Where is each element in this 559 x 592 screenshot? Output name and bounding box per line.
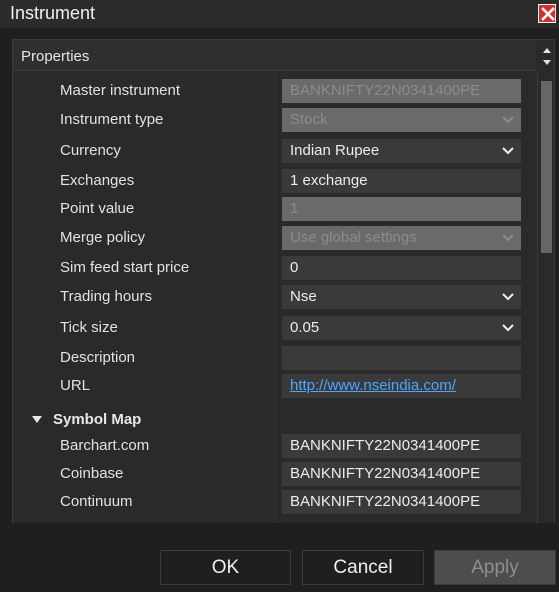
vertical-scrollbar[interactable] — [537, 72, 554, 523]
property-label: Point value — [60, 200, 135, 217]
property-field[interactable] — [282, 346, 521, 370]
symbol-map-row: Coinbase BANKNIFTY22N0341400PE — [13, 462, 536, 490]
section-title: Symbol Map — [53, 411, 142, 428]
symbol-map-value: BANKNIFTY22N0341400PE — [290, 493, 481, 510]
properties-header: Properties — [13, 40, 536, 71]
window-title: Instrument — [10, 3, 96, 23]
property-field[interactable]: 1 exchange — [282, 169, 521, 193]
property-value: 1 — [290, 200, 299, 217]
property-label: Tick size — [60, 319, 118, 336]
property-value: Stock — [290, 111, 328, 128]
ok-button[interactable]: OK — [160, 550, 291, 585]
symbol-map-row: Continuum BANKNIFTY22N0341400PE — [13, 490, 536, 518]
symbol-map-row: Barchart.com BANKNIFTY22N0341400PE — [13, 434, 536, 462]
symbol-map-field[interactable]: BANKNIFTY22N0341400PE — [282, 490, 521, 514]
collapse-triangle-icon[interactable] — [31, 415, 43, 425]
chevron-down-icon — [502, 147, 514, 155]
close-button[interactable] — [538, 4, 556, 23]
property-row: Description — [13, 346, 536, 374]
property-dropdown[interactable]: Nse — [282, 285, 521, 309]
chevron-down-icon — [502, 116, 514, 124]
property-field: 1 — [282, 197, 521, 221]
property-label: Merge policy — [60, 229, 146, 246]
properties-panel: Properties Master instrument BANKNIFTY22N… — [12, 39, 555, 523]
property-label: Sim feed start price — [60, 259, 190, 276]
property-dropdown: Stock — [282, 108, 521, 132]
scroll-down-icon[interactable] — [540, 57, 554, 69]
property-value: 1 exchange — [290, 172, 368, 189]
property-label: Instrument type — [60, 111, 164, 128]
chevron-down-icon — [502, 234, 514, 242]
property-label: URL — [60, 377, 91, 394]
scroll-up-icon[interactable] — [540, 44, 554, 56]
scrollbar-thumb[interactable] — [541, 81, 552, 253]
url-link[interactable]: http://www.nseindia.com/ — [290, 377, 456, 394]
property-value: Indian Rupee — [290, 142, 380, 159]
property-dropdown: Use global settings — [282, 226, 521, 250]
property-grid: Master instrument BANKNIFTY22N0341400PE In… — [13, 72, 536, 523]
property-value: Nse — [290, 288, 317, 305]
symbol-map-label: Barchart.com — [60, 437, 150, 454]
property-field: BANKNIFTY22N0341400PE — [282, 79, 521, 103]
apply-button[interactable]: Apply — [434, 550, 556, 585]
property-label: Master instrument — [60, 82, 181, 99]
close-icon — [541, 7, 555, 21]
properties-title: Properties — [21, 48, 90, 65]
symbol-map-value: BANKNIFTY22N0341400PE — [290, 465, 481, 482]
property-dropdown[interactable]: 0.05 — [282, 316, 521, 340]
property-field[interactable]: http://www.nseindia.com/ — [282, 374, 521, 398]
property-label: Description — [60, 349, 136, 366]
chevron-down-icon — [502, 293, 514, 301]
symbol-map-value: BANKNIFTY22N0341400PE — [290, 437, 481, 454]
property-row: Point value 1 — [13, 197, 536, 225]
property-value: 0 — [290, 259, 299, 276]
chevron-down-icon — [502, 324, 514, 332]
property-value: BANKNIFTY22N0341400PE — [290, 82, 481, 99]
property-row: Instrument type Stock — [13, 108, 536, 136]
symbol-map-field[interactable]: BANKNIFTY22N0341400PE — [282, 434, 521, 458]
property-row: Trading hours Nse — [13, 285, 536, 313]
property-label: Exchanges — [60, 172, 135, 189]
property-label: Currency — [60, 142, 121, 159]
property-row: Tick size 0.05 — [13, 316, 536, 344]
property-value: Use global settings — [290, 229, 417, 246]
property-row: URL http://www.nseindia.com/ — [13, 374, 536, 402]
property-row: Exchanges 1 exchange — [13, 169, 536, 197]
cancel-button[interactable]: Cancel — [302, 550, 424, 585]
property-field[interactable]: 0 — [282, 256, 521, 280]
symbol-map-label: Coinbase — [60, 465, 124, 482]
property-label: Trading hours — [60, 288, 152, 305]
property-row: Merge policy Use global settings — [13, 226, 536, 254]
property-value: 0.05 — [290, 319, 320, 336]
property-row: Currency Indian Rupee — [13, 139, 536, 167]
symbol-map-label: Continuum — [60, 493, 133, 510]
title-bar: Instrument — [0, 0, 559, 28]
header-scroll-arrows[interactable] — [540, 42, 554, 69]
property-row: Sim feed start price 0 — [13, 256, 536, 284]
symbol-map-field[interactable]: BANKNIFTY22N0341400PE — [282, 462, 521, 486]
property-dropdown[interactable]: Indian Rupee — [282, 139, 521, 163]
property-row: Master instrument BANKNIFTY22N0341400PE — [13, 79, 536, 107]
